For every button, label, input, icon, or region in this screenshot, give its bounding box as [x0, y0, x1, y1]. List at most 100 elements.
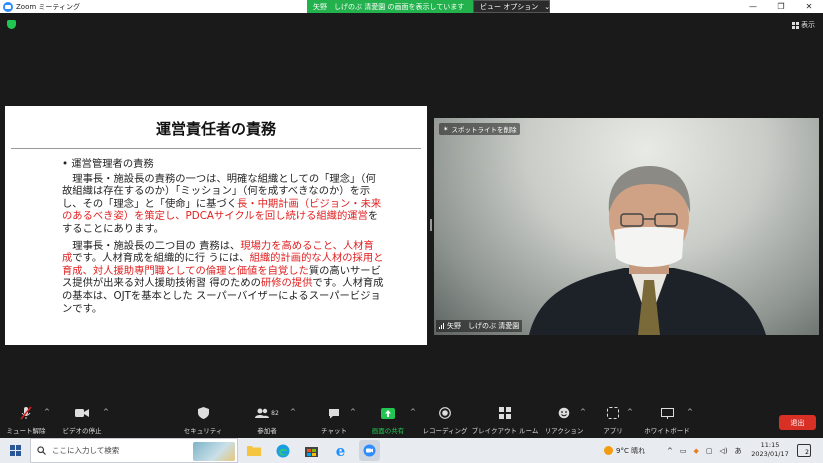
clock-date: 2023/01/17 — [751, 450, 789, 458]
apps-icon — [607, 404, 619, 422]
whiteboard-options-caret[interactable]: ^ — [687, 408, 693, 416]
slide-title: 運営責任者の責務 — [155, 120, 276, 138]
unmute-button[interactable]: ミュート解除 — [6, 404, 46, 438]
apps-button[interactable]: アプリ — [603, 404, 623, 438]
whiteboard-icon — [660, 404, 674, 422]
record-label: レコーディング — [422, 427, 468, 435]
video-camera-icon — [75, 404, 89, 422]
record-button[interactable]: レコーディング — [422, 404, 468, 438]
slide-divider — [11, 148, 421, 149]
participant-name: 矢野 しげのぶ 清愛園 — [447, 322, 520, 330]
participants-label: 参加者 — [257, 427, 277, 435]
apps-label: アプリ — [603, 427, 623, 435]
encryption-shield-icon[interactable] — [7, 20, 16, 29]
zoom-logo-icon — [3, 1, 13, 12]
slide-paragraph-1: 理事長・施設長の責務の一つは、明確な組織としての「理念」（何 故組織は存在するの… — [62, 173, 384, 236]
search-icon — [37, 446, 46, 455]
minimize-button[interactable]: — — [739, 0, 767, 13]
close-button[interactable]: ✕ — [795, 0, 823, 13]
leave-meeting-button[interactable]: 退出 — [779, 415, 816, 430]
antivirus-icon[interactable]: ◆ — [694, 447, 699, 455]
reactions-button[interactable]: リアクション — [544, 404, 584, 438]
view-button[interactable]: 表示 — [792, 20, 815, 30]
zoom-window: Zoom ミーティング — ❐ ✕ 矢野 しげのぶ 清愛園 の画面を表示していま… — [0, 0, 823, 463]
stop-video-label: ビデオの停止 — [62, 427, 102, 435]
slide-bullet: • 運営管理者の責務 — [62, 158, 154, 170]
reactions-label: リアクション — [544, 427, 584, 435]
shared-slide: 運営責任者の責務 • 運営管理者の責務 理事長・施設長の責務の一つは、明確な組織… — [5, 106, 427, 345]
window-controls: — ❐ ✕ — [739, 0, 823, 13]
remove-spotlight-label: スポットライトを削除 — [451, 126, 517, 134]
edge-browser-icon[interactable] — [272, 440, 293, 461]
microsoft-store-icon[interactable] — [301, 440, 322, 461]
security-button[interactable]: セキュリティ — [184, 404, 222, 438]
windows-logo-icon — [9, 445, 21, 456]
share-screen-button[interactable]: 画面の共有 — [368, 404, 408, 438]
taskbar-search-box[interactable]: ここに入力して検索 — [30, 438, 238, 463]
tray-overflow-caret-icon[interactable]: ^ — [667, 447, 673, 455]
network-icon[interactable]: ▭ — [680, 447, 687, 455]
search-placeholder: ここに入力して検索 — [52, 446, 120, 455]
share-status-text: 矢野 しげのぶ 清愛園 の画面を表示しています — [307, 0, 473, 13]
internet-explorer-icon[interactable]: e — [330, 440, 351, 461]
breakout-rooms-button[interactable]: ブレイクアウト ルーム — [471, 404, 539, 438]
para2-text-2: です。人材育成を組織的に行 うには、 — [72, 252, 250, 265]
apps-options-caret[interactable]: ^ — [627, 408, 633, 416]
taskbar-clock[interactable]: 11:15 2023/01/17 — [750, 441, 790, 459]
participants-options-caret[interactable]: ^ — [290, 408, 296, 416]
record-icon — [439, 404, 451, 422]
clock-time: 11:15 — [760, 441, 780, 449]
participants-count: 82 — [271, 409, 279, 417]
view-label: 表示 — [801, 21, 815, 29]
weather-text: 9°C 晴れ — [616, 446, 646, 455]
unmute-label: ミュート解除 — [6, 427, 46, 435]
slide-body: • 運営管理者の責務 理事長・施設長の責務の一つは、明確な組織としての「理念」（… — [62, 158, 384, 315]
start-button[interactable] — [0, 438, 30, 463]
weather-widget[interactable]: 9°C 晴れ — [604, 438, 645, 463]
view-options-label: ビュー オプション — [480, 2, 539, 11]
chat-bubble-icon — [328, 404, 340, 422]
pin-icon: ✶ — [443, 125, 449, 133]
chevron-down-icon: ⌄ — [544, 2, 551, 11]
meeting-toolbar: ミュート解除 ^ ビデオの停止 ^ セキュリティ 82 参加者 ^ チャット ^… — [0, 404, 823, 438]
windows-taskbar: ここに入力して検索 e 9°C 晴れ ^ ▭ ◆ ▢ ◁) あ 11:15 20… — [0, 438, 823, 463]
signal-bars-icon — [439, 323, 444, 329]
panel-splitter-handle[interactable] — [430, 219, 432, 231]
notification-center-button[interactable]: 2 — [797, 444, 811, 457]
zoom-taskbar-icon[interactable] — [359, 440, 380, 461]
participants-icon: 82 — [255, 404, 279, 422]
view-options-button[interactable]: ビュー オプション ⌄ — [473, 0, 550, 13]
smiley-icon — [558, 404, 570, 422]
display-icon[interactable]: ▢ — [706, 447, 713, 455]
stop-video-button[interactable]: ビデオの停止 — [62, 404, 102, 438]
file-explorer-icon[interactable] — [243, 440, 264, 461]
maximize-button[interactable]: ❐ — [767, 0, 795, 13]
share-screen-label: 画面の共有 — [371, 427, 405, 435]
whiteboard-button[interactable]: ホワイトボード — [644, 404, 690, 438]
system-tray: ^ ▭ ◆ ▢ ◁) あ — [667, 438, 742, 463]
chat-label: チャット — [321, 427, 347, 435]
share-arrow-icon — [381, 404, 395, 422]
para2-highlight-3: 研修の提供 — [260, 277, 313, 290]
breakout-rooms-label: ブレイクアウト ルーム — [471, 427, 539, 435]
remove-spotlight-button[interactable]: ✶ スポットライトを削除 — [439, 123, 521, 135]
participant-name-tag: 矢野 しげのぶ 清愛園 — [436, 320, 523, 332]
share-options-caret[interactable]: ^ — [410, 408, 416, 416]
screen-share-banner: 矢野 しげのぶ 清愛園 の画面を表示しています ビュー オプション ⌄ — [307, 0, 550, 13]
ime-indicator[interactable]: あ — [735, 446, 742, 456]
chat-options-caret[interactable]: ^ — [350, 408, 356, 416]
chat-button[interactable]: チャット — [320, 404, 348, 438]
whiteboard-label: ホワイトボード — [644, 427, 690, 435]
participants-button[interactable]: 82 参加者 — [252, 404, 282, 438]
mic-muted-icon — [20, 404, 32, 422]
speaker-icon[interactable]: ◁) — [720, 447, 728, 455]
para2-text-1: 理事長・施設長の二つ目の 責務は、 — [72, 239, 241, 252]
window-title: Zoom ミーティング — [16, 2, 80, 11]
notification-count: 2 — [805, 449, 809, 456]
reactions-options-caret[interactable]: ^ — [580, 408, 586, 416]
search-highlight-image — [193, 442, 235, 461]
audio-options-caret[interactable]: ^ — [44, 408, 50, 416]
breakout-grid-icon — [499, 404, 511, 422]
participant-video[interactable]: ✶ スポットライトを削除 矢野 しげのぶ 清愛園 — [434, 118, 819, 335]
video-options-caret[interactable]: ^ — [103, 408, 109, 416]
